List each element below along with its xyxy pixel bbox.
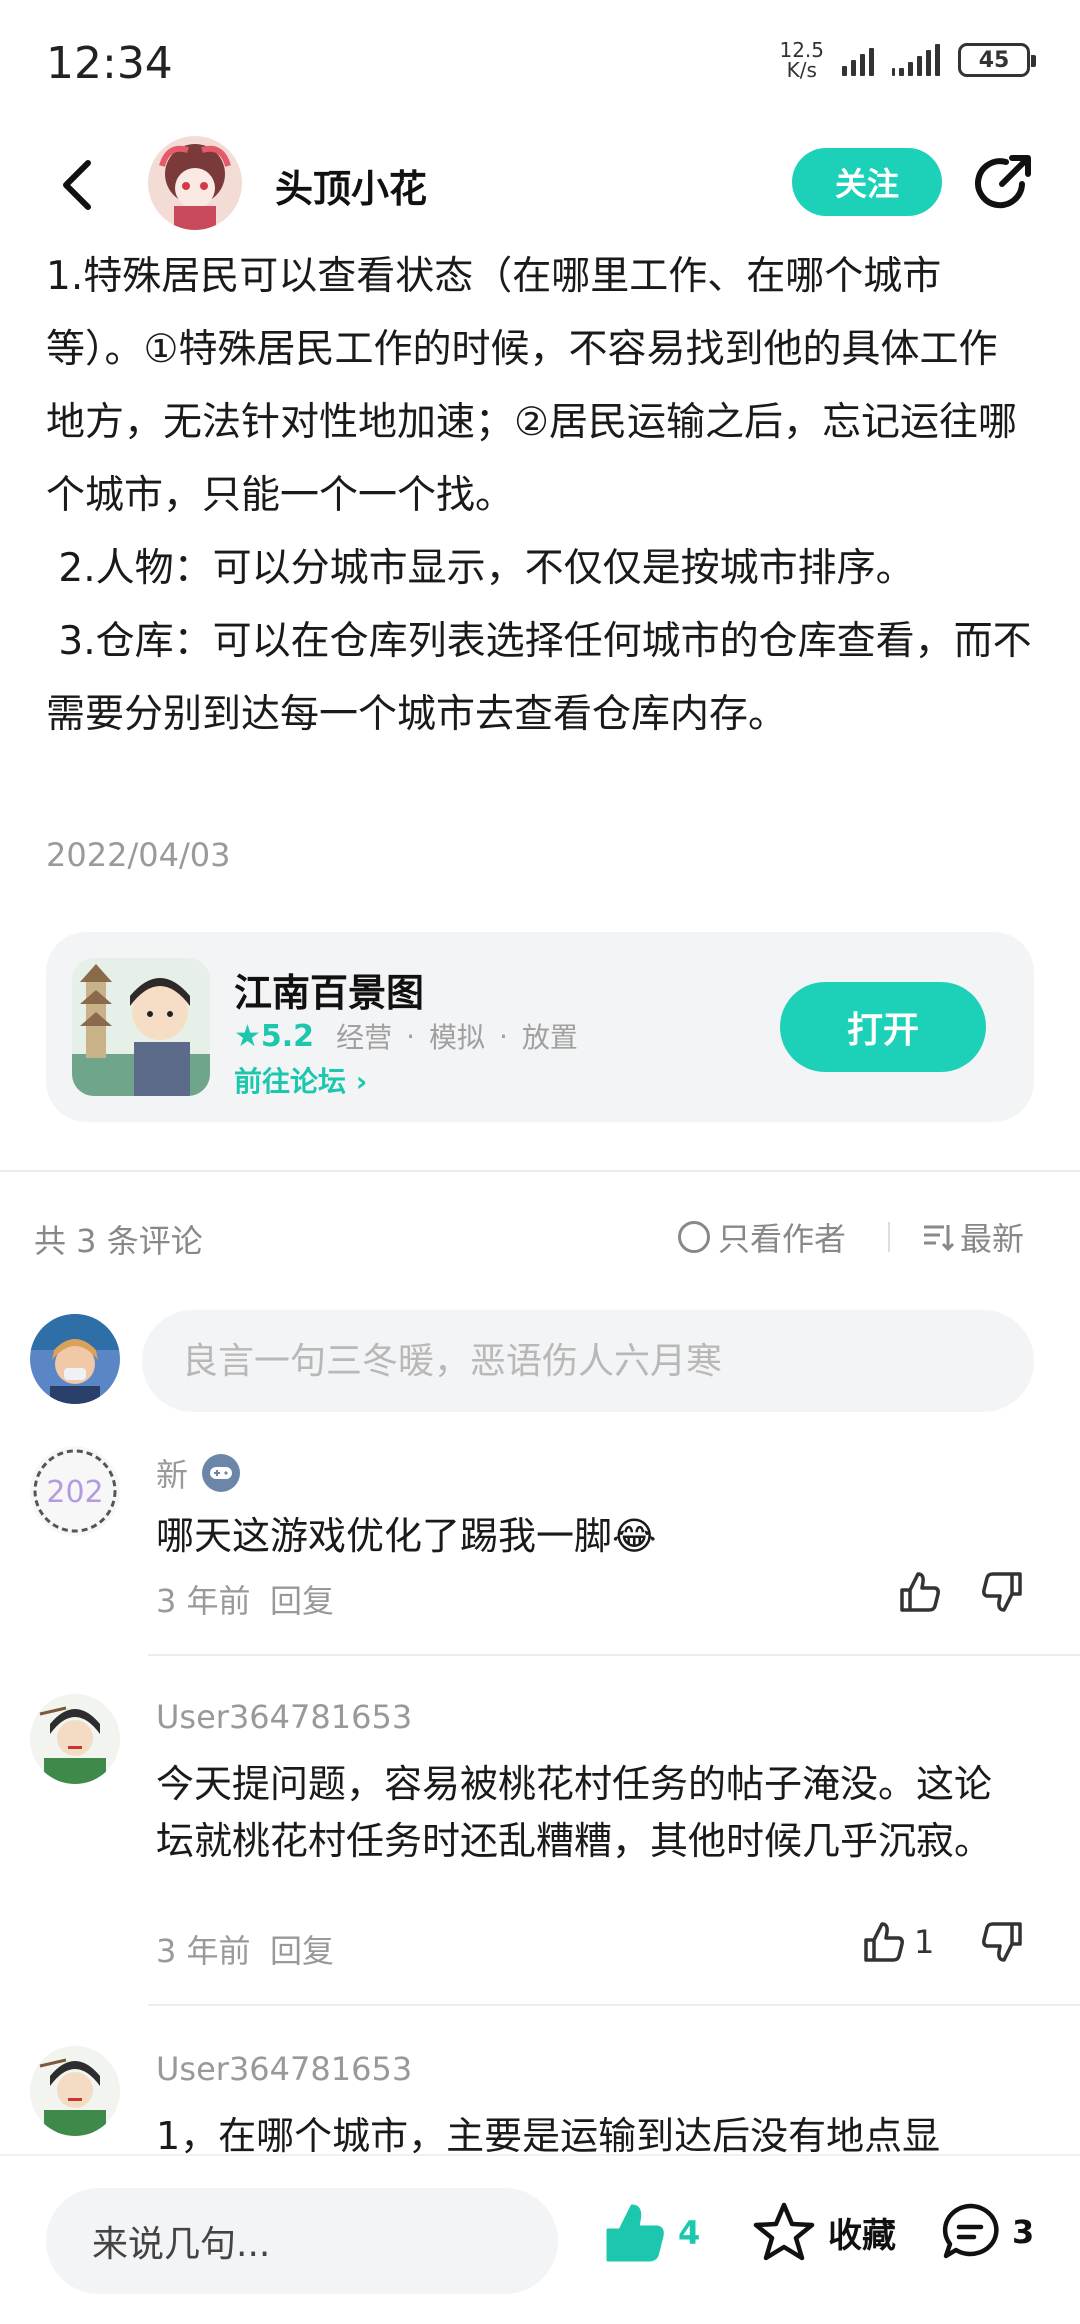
star-icon: ★ (234, 1018, 261, 1054)
comments-count: 共 3 条评论 (34, 1222, 203, 1260)
app-meta: ★5.2 经营 · 模拟 · 放置 (234, 1016, 578, 1056)
post-paragraph: 3.仓库：可以在仓库列表选择任何城市的仓库查看，而不需要分别到达每一个城市去查看… (46, 619, 1032, 737)
open-app-button[interactable]: 打开 (780, 982, 986, 1072)
comment-text: 1，在哪个城市，主要是运输到达后没有地点显 (156, 2114, 941, 2154)
commenter-avatar-image (30, 1694, 120, 1784)
commenter-name[interactable]: 新 (156, 1450, 188, 1496)
post-header: 头顶小花 关注 (0, 130, 1080, 240)
commenter-avatar[interactable] (30, 1694, 120, 1784)
commenter-name-row: 新 (156, 1450, 241, 1496)
status-bar: 12:34 12.5 K/s 45 (0, 0, 1080, 130)
reply-button[interactable]: 回复 (270, 1926, 334, 1972)
signal-icon (842, 44, 874, 76)
app-icon (72, 958, 210, 1096)
like-count: 1 (914, 1923, 935, 1961)
app-rating-value: 5.2 (260, 1018, 315, 1054)
reply-button[interactable]: 回复 (270, 1576, 334, 1622)
comment-item: User364781653 1，在哪个城市，主要是运输到达后没有地点显 (0, 2046, 1080, 2154)
battery-level: 45 (978, 47, 1010, 73)
favorite-label: 收藏 (828, 2215, 896, 2256)
sort-label: 最新 (960, 1220, 1025, 1258)
commenter-name-row: User364781653 (156, 1698, 412, 1736)
commenter-name-row: User364781653 (156, 2050, 412, 2088)
post-date: 2022/04/03 (46, 836, 231, 874)
app-icon-image (72, 958, 210, 1096)
share-button[interactable] (972, 150, 1036, 214)
comment-time: 3 年前 (156, 1582, 251, 1620)
dislike-button[interactable] (980, 1570, 1024, 1618)
status-time: 12:34 (46, 38, 173, 89)
app-tag: 经营 (336, 1021, 393, 1054)
network-speed-value: 12.5 (779, 38, 824, 62)
comment-item: 202 新 哪天这游戏优化了踢我一脚😂 3 年前 回复 (0, 1446, 1080, 1656)
app-tag: 模拟 (428, 1021, 485, 1054)
tag-separator: · (406, 1019, 415, 1053)
sort-latest-button[interactable]: 最新 (922, 1214, 1024, 1260)
comment-time: 3 年前 (156, 1932, 251, 1970)
avatar-text: 202 (46, 1475, 103, 1510)
thumbs-up-icon (900, 1572, 940, 1612)
post-content: 1.特殊居民可以查看状态（在哪里工作、在哪个城市等）。①特殊居民工作的时候，不容… (46, 240, 1036, 751)
author-only-label: 只看作者 (718, 1220, 847, 1258)
post-paragraph: 2.人物：可以分城市显示，不仅仅是按城市排序。 (46, 546, 915, 591)
commenter-avatar[interactable] (30, 2046, 120, 2136)
comment-divider (148, 1654, 1080, 1656)
favorite-button[interactable]: 收藏 (752, 2200, 896, 2264)
author-avatar[interactable] (148, 136, 242, 230)
comment-text: 今天提问题，容易被桃花村任务的帖子淹没。这论坛就桃花村任务时还乱糟糟，其他时候几… (156, 1762, 993, 1863)
commenter-avatar[interactable]: 202 (30, 1446, 120, 1536)
battery-icon: 45 (958, 43, 1036, 77)
network-speed: 12.5 K/s (779, 40, 824, 80)
section-divider (0, 1170, 1080, 1172)
author-only-toggle[interactable]: 只看作者 (678, 1214, 846, 1260)
forum-link-label: 前往论坛 (234, 1065, 347, 1098)
comment-text: 哪天这游戏优化了踢我一脚😂 (156, 1514, 657, 1558)
app-card[interactable]: 江南百景图 ★5.2 经营 · 模拟 · 放置 前往论坛 › 打开 (46, 932, 1034, 1122)
sort-icon (924, 1225, 954, 1252)
app-rating: ★5.2 (234, 1019, 314, 1054)
sort-separator (888, 1222, 890, 1252)
thumbs-down-icon (982, 1572, 1022, 1612)
thumbs-up-icon (864, 1922, 904, 1962)
post-like-button[interactable]: 4 (602, 2200, 700, 2266)
bottom-action-bar: 来说几句... 4 收藏 3 (0, 2154, 1080, 2324)
signal-2-icon (892, 44, 940, 76)
author-avatar-image (148, 136, 242, 230)
like-button[interactable]: 1 (862, 1920, 934, 1964)
radio-circle-icon (678, 1221, 710, 1253)
thumbs-up-icon (606, 2204, 664, 2262)
follow-button[interactable]: 关注 (792, 148, 942, 216)
tag-separator: · (499, 1019, 508, 1053)
comment-count: 3 (1012, 2213, 1035, 2251)
comment-count-button[interactable]: 3 (938, 2200, 1034, 2264)
chat-bubble-icon (942, 2203, 999, 2259)
author-name[interactable]: 头顶小花 (275, 158, 427, 213)
chevron-right-icon: › (355, 1065, 368, 1098)
network-speed-unit: K/s (786, 58, 817, 82)
forum-link[interactable]: 前往论坛 › (234, 1060, 367, 1100)
commenter-avatar-image: 202 (30, 1446, 120, 1536)
star-outline-icon (753, 2202, 815, 2261)
back-button[interactable] (50, 155, 110, 215)
post-paragraph: 1.特殊居民可以查看状态（在哪里工作、在哪个城市等）。①特殊居民工作的时候，不容… (46, 254, 1017, 518)
app-name: 江南百景图 (234, 971, 425, 1015)
status-indicators: 12.5 K/s 45 (779, 40, 1036, 80)
commenter-name[interactable]: User364781653 (156, 2050, 412, 2088)
gamepad-icon (202, 1454, 241, 1492)
like-button[interactable] (898, 1570, 942, 1614)
commenter-name[interactable]: User364781653 (156, 1698, 412, 1736)
commenter-avatar-image (30, 2046, 120, 2136)
app-tag: 放置 (521, 1021, 578, 1054)
chevron-left-icon (63, 160, 91, 210)
post-like-count: 4 (678, 2214, 701, 2252)
comment-input[interactable] (142, 1310, 1034, 1412)
comment-item: User364781653 今天提问题，容易被桃花村任务的帖子淹没。这论坛就桃花… (0, 1694, 1080, 2006)
share-icon (975, 155, 1031, 209)
bottom-comment-input[interactable]: 来说几句... (46, 2188, 558, 2294)
my-avatar (30, 1314, 120, 1404)
comment-divider (148, 2004, 1080, 2006)
thumbs-down-icon (982, 1922, 1022, 1962)
dislike-button[interactable] (980, 1920, 1024, 1968)
my-avatar-image (30, 1314, 120, 1404)
